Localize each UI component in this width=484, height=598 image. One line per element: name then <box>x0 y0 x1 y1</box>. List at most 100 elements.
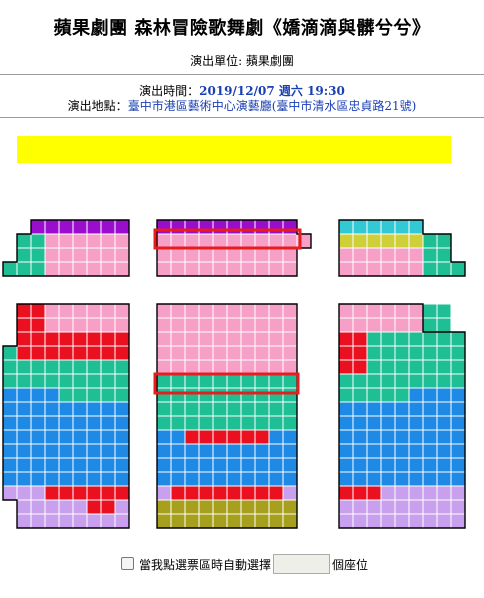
seat[interactable] <box>450 457 466 473</box>
seat[interactable] <box>380 513 396 529</box>
seat[interactable] <box>254 485 270 501</box>
seat[interactable] <box>268 345 284 361</box>
seat[interactable] <box>100 261 116 277</box>
seat[interactable] <box>450 401 466 417</box>
seat[interactable] <box>380 261 396 277</box>
seat[interactable] <box>226 513 242 529</box>
seat[interactable] <box>100 415 116 431</box>
seat[interactable] <box>380 499 396 515</box>
seat[interactable] <box>114 429 130 445</box>
seat[interactable] <box>408 429 424 445</box>
seat[interactable] <box>170 499 186 515</box>
auto-select-checkbox[interactable] <box>121 556 134 570</box>
zone-upper-right-teal[interactable] <box>422 233 452 263</box>
seat[interactable] <box>422 233 438 249</box>
seat[interactable] <box>338 359 354 375</box>
seat[interactable] <box>44 261 60 277</box>
seat[interactable] <box>422 415 438 431</box>
zone-lower-left-blue[interactable] <box>2 387 60 403</box>
seat[interactable] <box>16 471 32 487</box>
seat[interactable] <box>240 499 256 515</box>
seat[interactable] <box>394 415 410 431</box>
seat[interactable] <box>72 331 88 347</box>
seat[interactable] <box>30 457 46 473</box>
seat[interactable] <box>254 247 270 263</box>
seat[interactable] <box>156 219 172 235</box>
seat[interactable] <box>100 233 116 249</box>
seat[interactable] <box>44 219 60 235</box>
seat[interactable] <box>268 303 284 319</box>
seat[interactable] <box>114 247 130 263</box>
zone-lower-left-red[interactable] <box>16 303 46 333</box>
seat[interactable] <box>86 443 102 459</box>
seat[interactable] <box>352 317 368 333</box>
seat[interactable] <box>170 485 186 501</box>
seat[interactable] <box>44 247 60 263</box>
seat[interactable] <box>156 429 172 445</box>
seat[interactable] <box>282 387 298 403</box>
seat[interactable] <box>16 317 32 333</box>
seat[interactable] <box>366 513 382 529</box>
seat[interactable] <box>114 373 130 389</box>
seat[interactable] <box>72 261 88 277</box>
zone-upper-left-teal[interactable] <box>16 233 46 263</box>
seat[interactable] <box>156 387 172 403</box>
seat[interactable] <box>422 443 438 459</box>
zone-lower-right-teal[interactable] <box>422 303 452 333</box>
seat[interactable] <box>268 359 284 375</box>
seat[interactable] <box>170 401 186 417</box>
seat[interactable] <box>114 443 130 459</box>
seat[interactable] <box>422 303 438 319</box>
seat[interactable] <box>30 373 46 389</box>
seat[interactable] <box>240 317 256 333</box>
seat[interactable] <box>44 331 60 347</box>
seat[interactable] <box>184 247 200 263</box>
seat[interactable] <box>212 373 228 389</box>
seat[interactable] <box>366 443 382 459</box>
seat[interactable] <box>268 401 284 417</box>
seat[interactable] <box>86 429 102 445</box>
seat[interactable] <box>254 303 270 319</box>
seat[interactable] <box>198 401 214 417</box>
seat[interactable] <box>86 303 102 319</box>
seat[interactable] <box>226 219 242 235</box>
seat[interactable] <box>380 471 396 487</box>
seat[interactable] <box>450 485 466 501</box>
seat[interactable] <box>380 303 396 319</box>
seat[interactable] <box>100 331 116 347</box>
seat[interactable] <box>170 261 186 277</box>
seat[interactable] <box>408 387 424 403</box>
zone-lower-right-teal[interactable] <box>338 373 466 389</box>
seat[interactable] <box>240 443 256 459</box>
seat[interactable] <box>352 331 368 347</box>
seat[interactable] <box>422 499 438 515</box>
seat[interactable] <box>58 485 74 501</box>
seat[interactable] <box>100 429 116 445</box>
seat[interactable] <box>366 415 382 431</box>
seat[interactable] <box>436 499 452 515</box>
seat[interactable] <box>86 471 102 487</box>
seat[interactable] <box>254 401 270 417</box>
seat[interactable] <box>436 303 452 319</box>
seat[interactable] <box>30 331 46 347</box>
seat[interactable] <box>338 485 354 501</box>
seat[interactable] <box>198 429 214 445</box>
seat[interactable] <box>16 443 32 459</box>
seat[interactable] <box>16 401 32 417</box>
seat[interactable] <box>422 513 438 529</box>
seat[interactable] <box>72 429 88 445</box>
seat[interactable] <box>436 485 452 501</box>
seat[interactable] <box>184 457 200 473</box>
seat[interactable] <box>366 485 382 501</box>
seat[interactable] <box>436 443 452 459</box>
seat[interactable] <box>394 485 410 501</box>
seat[interactable] <box>86 331 102 347</box>
seat[interactable] <box>114 303 130 319</box>
seat[interactable] <box>352 219 368 235</box>
seat[interactable] <box>2 443 18 459</box>
seat[interactable] <box>30 513 46 529</box>
seat[interactable] <box>212 359 228 375</box>
seat[interactable] <box>156 401 172 417</box>
seat[interactable] <box>450 513 466 529</box>
seat[interactable] <box>408 373 424 389</box>
